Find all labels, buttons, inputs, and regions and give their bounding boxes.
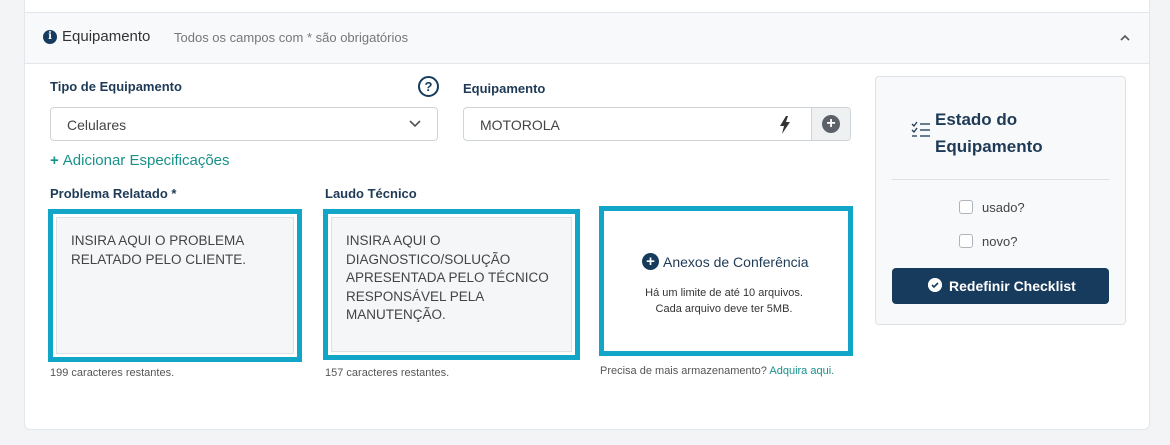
anexos-limit-info: Há um limite de até 10 arquivos. Cada ar… [603, 285, 845, 317]
plus-icon: + [50, 152, 59, 169]
storage-note: Precisa de mais armazenamento? Adquira a… [600, 363, 840, 379]
add-spec-label: Adicionar Especificações [62, 152, 230, 169]
equipamento-value: MOTOROLA [480, 117, 560, 133]
equipamento-field[interactable]: MOTOROLA + [463, 107, 851, 141]
help-icon[interactable]: ? [418, 76, 439, 97]
section-header[interactable]: i Equipamento Todos os campos com * são … [25, 12, 1149, 64]
checkbox-label: usado? [982, 200, 1025, 215]
section-title: Equipamento [62, 28, 151, 45]
problema-counter: 199 caracteres restantes. [50, 367, 175, 379]
tipo-label: Tipo de Equipamento [50, 79, 182, 94]
divider [892, 179, 1110, 180]
add-equipment-button[interactable]: + [811, 108, 850, 140]
storage-text: Precisa de mais armazenamento? [600, 365, 767, 377]
checkbox-box[interactable] [959, 234, 973, 248]
laudo-highlight: INSIRA AQUI O DIAGNOSTICO/SOLUÇÃO APRESE… [323, 209, 580, 360]
add-specifications-link[interactable]: + Adicionar Especificações [50, 152, 230, 169]
section-subtitle: Todos os campos com * são obrigatórios [174, 30, 409, 45]
anexos-limit-line2: Cada arquivo deve ter 5MB. [655, 303, 793, 315]
plus-circle-icon: + [822, 115, 840, 133]
tipo-select-value: Celulares [67, 117, 127, 133]
anexos-dropzone[interactable] [599, 206, 853, 356]
estado-title: Estado do Equipamento [935, 110, 1043, 156]
anexos-limit-line1: Há um limite de até 10 arquivos. [645, 287, 803, 299]
problema-textarea[interactable]: INSIRA AQUI O PROBLEMA RELATADO PELO CLI… [56, 217, 294, 354]
problema-highlight: INSIRA AQUI O PROBLEMA RELATADO PELO CLI… [48, 209, 302, 362]
chevron-down-icon [409, 120, 421, 128]
tipo-select[interactable]: Celulares [50, 107, 438, 141]
reset-checklist-button[interactable]: Redefinir Checklist [892, 268, 1109, 304]
equipamento-label: Equipamento [463, 81, 546, 96]
anexos-title: Anexos de Conferência [663, 254, 809, 270]
estado-panel: Estado do Equipamento usado? novo? Redef… [875, 76, 1126, 325]
bolt-icon[interactable] [778, 116, 792, 134]
checkbox-label: novo? [982, 234, 1018, 249]
check-circle-icon [928, 278, 942, 292]
laudo-textarea[interactable]: INSIRA AQUI O DIAGNOSTICO/SOLUÇÃO APRESE… [331, 217, 572, 352]
storage-link[interactable]: Adquira aqui. [769, 365, 834, 377]
laudo-label: Laudo Técnico [325, 186, 417, 201]
chevron-up-icon[interactable] [1119, 33, 1131, 43]
info-icon: i [43, 30, 57, 44]
plus-circle-icon: + [642, 253, 659, 270]
equipment-card: i Equipamento Todos os campos com * são … [24, 0, 1150, 430]
reset-checklist-label: Redefinir Checklist [949, 278, 1076, 294]
checkbox-box[interactable] [959, 200, 973, 214]
checklist-icon [911, 121, 930, 137]
problema-label: Problema Relatado * [50, 186, 177, 201]
laudo-counter: 157 caracteres restantes. [325, 367, 450, 379]
